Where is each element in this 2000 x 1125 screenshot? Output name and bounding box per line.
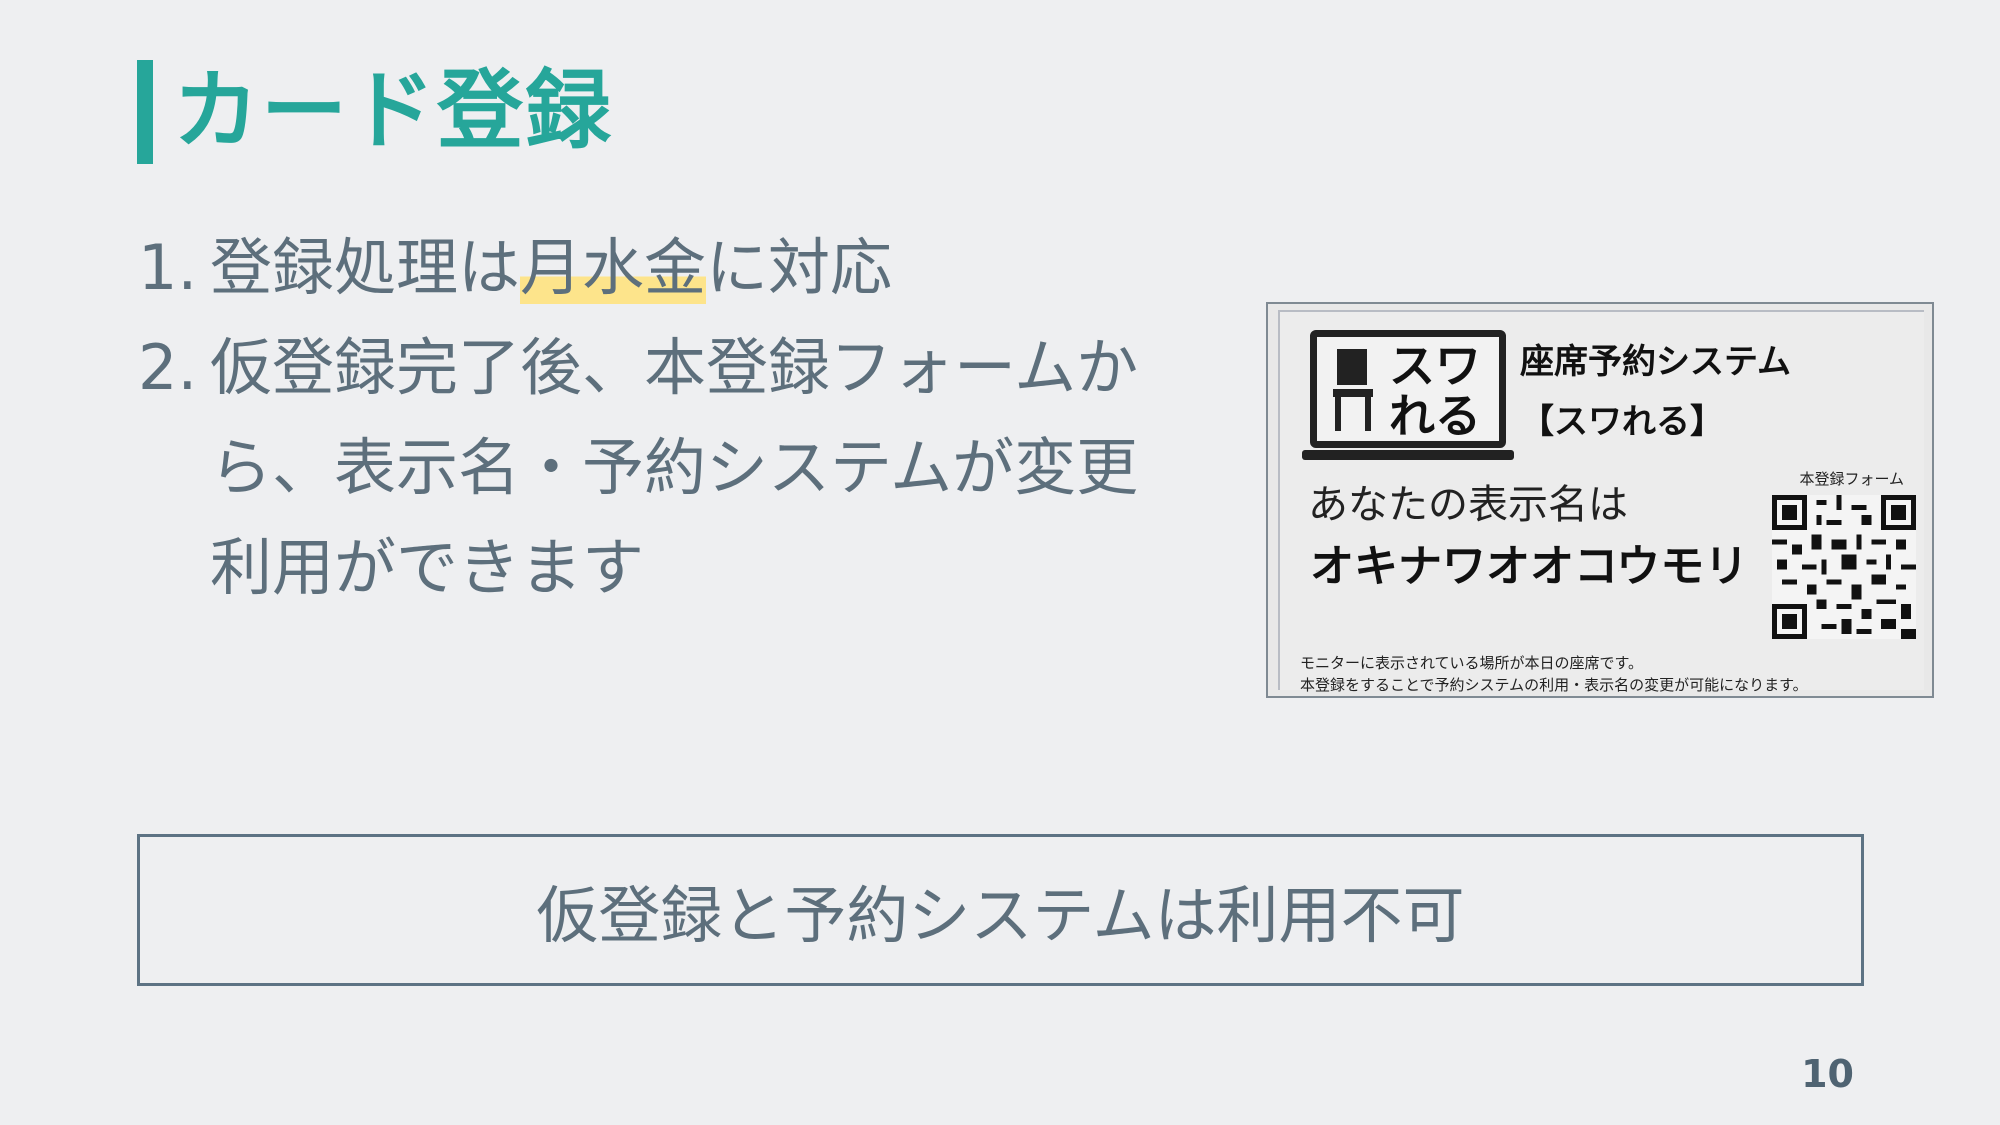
note-box: 仮登録と予約システムは利用不可 — [137, 834, 1864, 986]
title-accent-bar — [137, 60, 153, 164]
display-label: あなたの表示名は — [1308, 482, 1628, 528]
system-title-block: 座席予約システム 【スワれる】 — [1520, 332, 1791, 452]
logo-text: スワれる — [1389, 339, 1481, 443]
list-text-pre: 登録処理は — [210, 231, 521, 304]
qr-code-icon — [1772, 495, 1916, 639]
card-footer-line: モニターに表示されている場所が本日の座席です。 — [1300, 654, 1644, 672]
card-footer-line: 本登録をすることで予約システムの利用・表示名の変更が可能になります。 — [1300, 676, 1808, 694]
list-number: 1. — [138, 231, 198, 304]
system-subtitle: 【スワれる】 — [1520, 402, 1724, 442]
logo-box: スワれる — [1310, 330, 1506, 448]
list-text: 仮登録完了後、本登録フォームから、表示名・予約システムが変更利用ができます — [210, 331, 1139, 604]
highlighted-days: 月水金 — [520, 231, 707, 304]
chair-icon — [1333, 349, 1373, 431]
list-number: 2. — [138, 331, 198, 404]
list-item: 2. 仮登録完了後、本登録フォームから、表示名・予約システムが変更利用ができます — [138, 318, 1178, 618]
list-text: 登録処理は月水金に対応 — [210, 218, 1178, 318]
logo-base — [1302, 450, 1514, 460]
note-text: 仮登録と予約システムは利用不可 — [536, 879, 1465, 952]
qr-label: 本登録フォーム — [1799, 470, 1904, 488]
card-surface: スワれる 座席予約システム 【スワれる】 あなたの表示名は オキナワオオコウモリ… — [1278, 310, 1924, 694]
card-photo: スワれる 座席予約システム 【スワれる】 あなたの表示名は オキナワオオコウモリ… — [1266, 302, 1934, 698]
numbered-list: 1. 登録処理は月水金に対応 2. 仮登録完了後、本登録フォームから、表示名・予… — [138, 218, 1178, 618]
list-item: 1. 登録処理は月水金に対応 — [138, 218, 1178, 318]
system-title: 座席予約システム — [1520, 342, 1791, 382]
list-text-post: に対応 — [706, 231, 893, 304]
page-number: 10 — [1801, 1052, 1854, 1096]
card-footer: モニターに表示されている場所が本日の座席です。 本登録をすることで予約システムの… — [1300, 652, 1808, 696]
slide-title: カード登録 — [173, 61, 613, 161]
display-name: オキナワオオコウモリ — [1310, 541, 1749, 592]
